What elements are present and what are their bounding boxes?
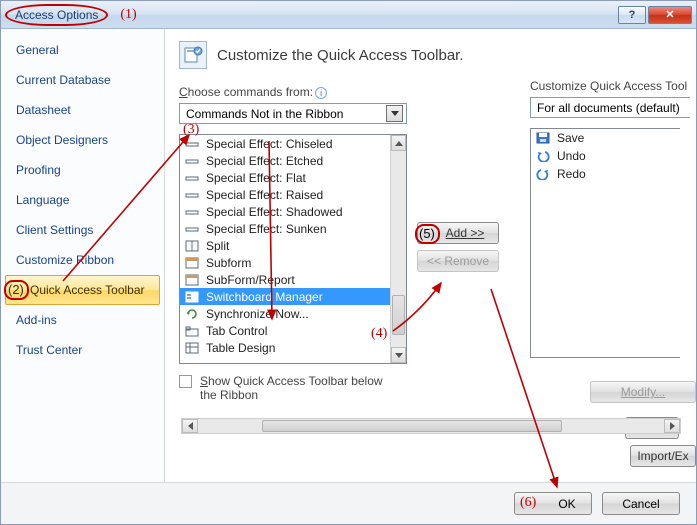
hscroll-thumb[interactable] xyxy=(262,420,562,432)
choose-commands-label: Choose commands from:i xyxy=(179,85,327,99)
command-item[interactable]: Switchboard Manager xyxy=(180,288,406,305)
command-item[interactable]: Synchronize Now... xyxy=(180,305,406,322)
show-below-ribbon-checkbox[interactable] xyxy=(179,375,192,388)
choose-commands-dropdown[interactable]: Commands Not in the Ribbon xyxy=(179,103,407,124)
form-icon xyxy=(184,256,200,270)
category-sidebar: General Current Database Datasheet Objec… xyxy=(1,29,165,482)
sidebar-item-proofing[interactable]: Proofing xyxy=(5,155,160,185)
hscroll-left-button[interactable] xyxy=(182,419,198,433)
form-icon xyxy=(184,273,200,287)
effect-icon xyxy=(184,222,200,236)
scroll-thumb[interactable] xyxy=(392,295,405,335)
dialog-content: General Current Database Datasheet Objec… xyxy=(1,29,696,482)
annotation-2: (2) xyxy=(4,280,29,300)
remove-button: << Remove xyxy=(417,250,499,272)
sidebar-item-customize-ribbon[interactable]: Customize Ribbon xyxy=(5,245,160,275)
annotation-1: (1) xyxy=(120,7,136,23)
effect-icon xyxy=(184,154,200,168)
qat-list[interactable]: Save Undo Redo xyxy=(530,128,680,358)
show-below-ribbon-label: Show Quick Access Toolbar below the Ribb… xyxy=(200,374,400,402)
close-button[interactable]: ✕ xyxy=(648,6,692,24)
ok-button[interactable]: OK xyxy=(514,492,592,515)
effect-icon xyxy=(184,205,200,219)
import-export-button[interactable]: Import/Ex xyxy=(630,445,696,467)
command-item[interactable]: SubForm/Report xyxy=(180,271,406,288)
command-item[interactable]: Table Design xyxy=(180,339,406,356)
help-button[interactable]: ? xyxy=(618,6,646,24)
sidebar-item-trust-center[interactable]: Trust Center xyxy=(5,335,160,365)
sidebar-item-general[interactable]: General xyxy=(5,35,160,65)
commands-listbox[interactable]: Special Effect: ChiseledSpecial Effect: … xyxy=(179,134,407,364)
table-icon xyxy=(184,341,200,355)
vertical-scrollbar[interactable] xyxy=(390,135,406,363)
sync-icon xyxy=(184,307,200,321)
cancel-button[interactable]: Cancel xyxy=(602,492,680,515)
command-item[interactable]: Special Effect: Chiseled xyxy=(180,135,406,152)
sidebar-item-add-ins[interactable]: Add-ins xyxy=(5,305,160,335)
hscroll-right-button[interactable] xyxy=(664,419,680,433)
command-item[interactable]: Special Effect: Sunken xyxy=(180,220,406,237)
undo-icon xyxy=(535,149,551,163)
sidebar-item-datasheet[interactable]: Datasheet xyxy=(5,95,160,125)
sidebar-item-quick-access-toolbar[interactable]: (2) Quick Access Toolbar xyxy=(5,275,160,305)
effect-icon xyxy=(184,188,200,202)
command-item[interactable]: Special Effect: Raised xyxy=(180,186,406,203)
customize-qat-column: Customize Quick Access Tool For all docu… xyxy=(530,79,696,358)
effect-icon xyxy=(184,137,200,151)
main-panel: Customize the Quick Access Toolbar. Choo… xyxy=(165,29,696,482)
command-item[interactable]: Special Effect: Flat xyxy=(180,169,406,186)
save-icon xyxy=(535,131,551,145)
qat-item-redo[interactable]: Redo xyxy=(531,165,680,183)
command-item[interactable]: Split xyxy=(180,237,406,254)
qat-item-undo[interactable]: Undo xyxy=(531,147,680,165)
command-item[interactable]: Special Effect: Shadowed xyxy=(180,203,406,220)
command-item[interactable]: Special Effect: Etched xyxy=(180,152,406,169)
effect-icon xyxy=(184,171,200,185)
command-item[interactable]: Tab Control xyxy=(180,322,406,339)
sidebar-item-language[interactable]: Language xyxy=(5,185,160,215)
choose-commands-value: Commands Not in the Ribbon xyxy=(186,107,386,121)
qat-item-save[interactable]: Save xyxy=(531,129,680,147)
redo-icon xyxy=(535,167,551,181)
sidebar-item-current-database[interactable]: Current Database xyxy=(5,65,160,95)
panel-heading-text: Customize the Quick Access Toolbar. xyxy=(217,47,464,64)
scroll-up-button[interactable] xyxy=(391,135,406,151)
window-title: Access Options xyxy=(15,8,98,22)
qat-heading-icon xyxy=(179,41,207,69)
sidebar-item-client-settings[interactable]: Client Settings xyxy=(5,215,160,245)
customize-scope-dropdown[interactable]: For all documents (default) xyxy=(530,97,690,118)
horizontal-scrollbar[interactable] xyxy=(181,418,681,434)
sidebar-item-object-designers[interactable]: Object Designers xyxy=(5,125,160,155)
info-icon[interactable]: i xyxy=(315,87,327,99)
command-item[interactable]: Subform xyxy=(180,254,406,271)
customize-scope-label: Customize Quick Access Tool xyxy=(530,79,696,93)
annotation-oval-1: Access Options xyxy=(5,4,108,26)
switchboard-icon xyxy=(184,290,200,304)
dialog-footer: (6) OK Cancel xyxy=(1,482,696,524)
modify-button: Modify... xyxy=(590,381,696,403)
panel-heading: Customize the Quick Access Toolbar. xyxy=(179,41,696,69)
annotation-5: (5) xyxy=(415,224,440,244)
split-icon xyxy=(184,239,200,253)
dropdown-button-icon[interactable] xyxy=(386,105,403,122)
access-options-window: Access Options (1) ? ✕ General Current D… xyxy=(0,0,697,525)
titlebar: Access Options (1) ? ✕ xyxy=(1,1,696,29)
tab-icon xyxy=(184,324,200,338)
customize-scope-value: For all documents (default) xyxy=(537,101,687,115)
scroll-down-button[interactable] xyxy=(391,347,406,363)
